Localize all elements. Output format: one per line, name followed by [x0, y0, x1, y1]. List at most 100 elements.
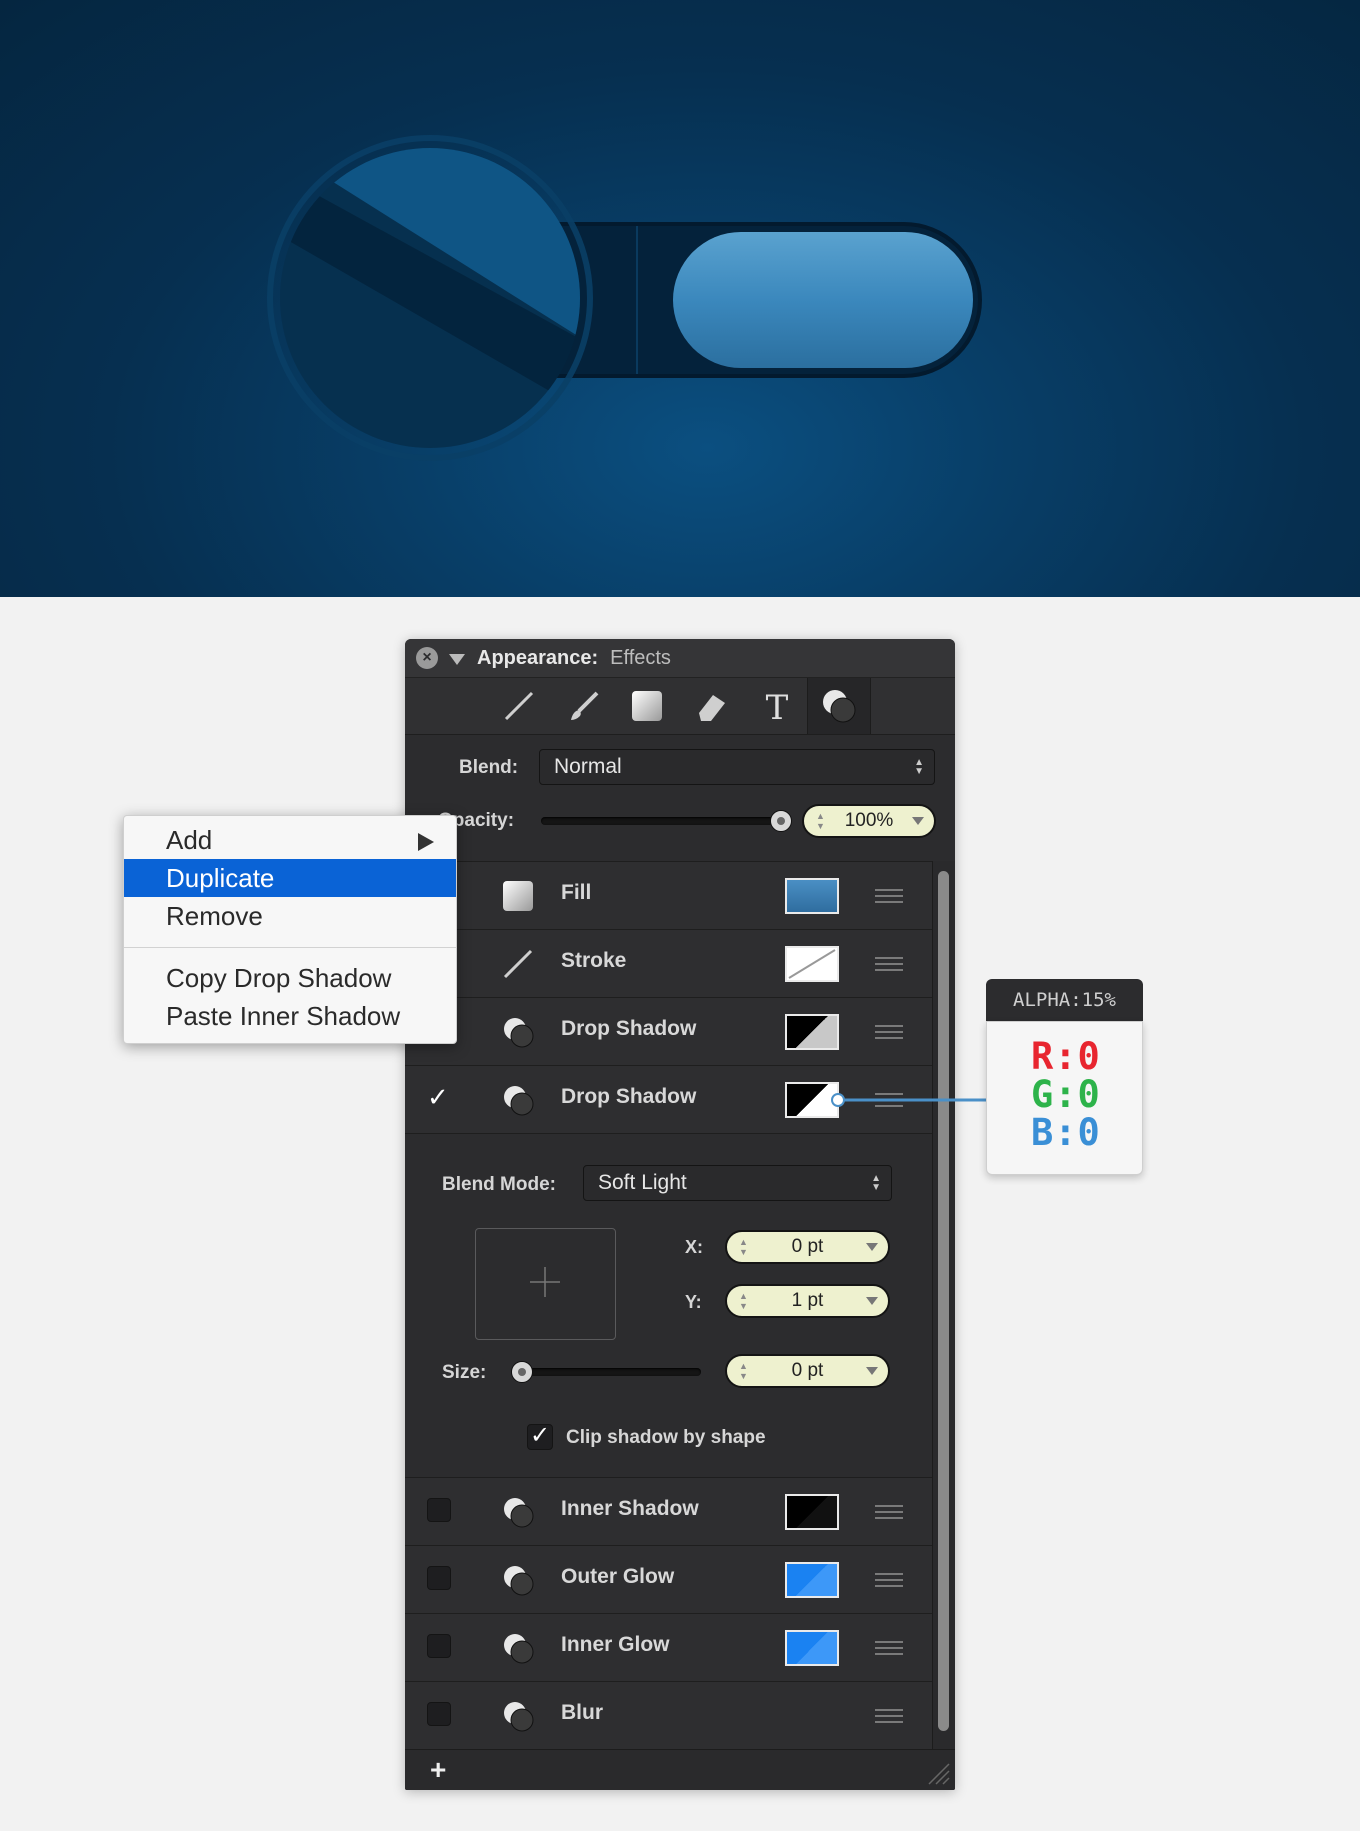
chevron-down-icon [866, 1297, 878, 1305]
panel-title: Appearance: [477, 646, 599, 669]
effect-row-drop-shadow-1[interactable]: Drop Shadow [405, 997, 933, 1065]
size-slider-track[interactable] [511, 1368, 701, 1376]
x-stepper[interactable]: ▲ ▼ 0 pt [725, 1230, 890, 1264]
rgb-callout: R:0 G:0 B:0 [986, 1021, 1143, 1175]
effect-checkbox[interactable] [427, 1634, 451, 1658]
effect-checkbox-checked[interactable]: ✓ [427, 1084, 451, 1110]
effect-name: Inner Shadow [561, 1497, 699, 1520]
menu-item-duplicate[interactable]: Duplicate [124, 859, 456, 897]
menu-item-copy-drop-shadow[interactable]: Copy Drop Shadow [124, 959, 456, 997]
effect-checkbox[interactable] [427, 1498, 451, 1522]
fill-color-swatch[interactable] [785, 878, 839, 914]
text-tool-icon[interactable]: T [755, 686, 799, 726]
context-menu: Add Duplicate Remove Copy Drop Shadow Pa… [123, 815, 457, 1044]
rect-tool-icon[interactable] [625, 686, 669, 726]
disclosure-triangle-icon[interactable] [449, 653, 465, 665]
chevron-down-icon [866, 1243, 878, 1251]
select-arrows-icon: ▲ ▼ [914, 757, 924, 777]
effect-name: Drop Shadow [561, 1017, 697, 1040]
drag-handle-icon[interactable] [875, 1709, 903, 1723]
effect-checkbox[interactable] [427, 1566, 451, 1590]
alpha-label: ALPHA:15% [986, 979, 1143, 1021]
effect-row-inner-shadow[interactable]: Inner Shadow [405, 1477, 933, 1545]
effect-row-blur[interactable]: Blur [405, 1681, 933, 1749]
shadow-effect-icon [504, 1702, 534, 1732]
hero-illustration [0, 0, 1360, 597]
stroke-color-swatch[interactable] [785, 946, 839, 982]
chevron-down-icon [912, 817, 924, 825]
drag-handle-icon[interactable] [875, 1505, 903, 1519]
stepper-arrows-icon: ▲ ▼ [739, 1237, 748, 1257]
size-slider-knob[interactable] [511, 1361, 533, 1383]
outer-glow-color-swatch[interactable] [785, 1562, 839, 1598]
blend-mode-label: Blend Mode: [442, 1174, 556, 1195]
drag-handle-icon[interactable] [875, 1573, 903, 1587]
appearance-panel: × Appearance: Effects T Blend: Normal ▲ ▼… [405, 639, 955, 1790]
effect-row-outer-glow[interactable]: Outer Glow [405, 1545, 933, 1613]
opacity-slider-knob[interactable] [770, 810, 792, 832]
add-effect-button[interactable]: + [430, 1754, 446, 1786]
drag-handle-icon[interactable] [875, 957, 903, 971]
chevron-down-icon [866, 1367, 878, 1375]
menu-item-label: Add [166, 825, 213, 855]
menu-item-label: Paste Inner Shadow [166, 1001, 401, 1031]
clip-label: Clip shadow by shape [566, 1427, 766, 1448]
appearance-toolbar: T [405, 678, 955, 735]
svg-text:T: T [766, 689, 789, 723]
shadow-effect-icon [504, 1018, 534, 1048]
effect-name: Stroke [561, 949, 627, 972]
y-value: 1 pt [791, 1290, 824, 1311]
close-icon[interactable]: × [416, 647, 438, 669]
clip-checkbox[interactable]: ✓ [527, 1424, 553, 1450]
toggle-artwork [267, 135, 982, 461]
opacity-value: 100% [844, 810, 894, 831]
resize-grip-icon[interactable] [925, 1760, 951, 1786]
stepper-arrows-icon: ▲ ▼ [816, 811, 825, 831]
effect-name: Inner Glow [561, 1633, 670, 1656]
effect-row-inner-glow[interactable]: Inner Glow [405, 1613, 933, 1681]
effect-row-fill[interactable]: Fill [405, 861, 933, 929]
stepper-arrows-icon: ▲ ▼ [739, 1361, 748, 1381]
inner-glow-color-swatch[interactable] [785, 1630, 839, 1666]
size-value: 0 pt [791, 1360, 824, 1381]
menu-item-paste-inner-shadow[interactable]: Paste Inner Shadow [124, 997, 456, 1035]
opacity-slider-track[interactable] [541, 817, 781, 825]
opacity-stepper[interactable]: ▲ ▼ 100% [802, 804, 936, 838]
blend-select[interactable]: Normal ▲ ▼ [539, 749, 935, 785]
drag-handle-icon[interactable] [875, 1025, 903, 1039]
tag-tool-icon[interactable] [690, 686, 734, 726]
blend-mode-select[interactable]: Soft Light ▲ ▼ [583, 1165, 892, 1201]
blend-value: Normal [554, 755, 622, 778]
menu-item-label: Duplicate [166, 863, 275, 893]
effect-checkbox[interactable] [427, 1702, 451, 1726]
menu-item-remove[interactable]: Remove [124, 897, 456, 935]
panel-footer: + [405, 1749, 955, 1790]
effects-scrollbar[interactable] [932, 861, 955, 1750]
effect-name: Fill [561, 881, 592, 904]
effects-list: Fill Stroke Drop Shadow ✓ Drop Shadow Bl… [405, 861, 933, 1749]
brush-tool-icon[interactable] [562, 686, 606, 726]
callout-connector [831, 1093, 990, 1107]
inner-shadow-color-swatch[interactable] [785, 1494, 839, 1530]
shadow-color-swatch[interactable] [785, 1014, 839, 1050]
menu-item-add[interactable]: Add [124, 821, 456, 859]
scrollbar-thumb[interactable] [938, 871, 949, 1731]
effect-name: Blur [561, 1701, 603, 1724]
crosshair-icon [530, 1267, 560, 1297]
drag-handle-icon[interactable] [875, 889, 903, 903]
drag-handle-icon[interactable] [875, 1641, 903, 1655]
shadow-effect-icon [504, 1498, 534, 1528]
effect-name: Drop Shadow [561, 1085, 697, 1108]
menu-item-label: Copy Drop Shadow [166, 963, 392, 993]
offset-pad[interactable] [475, 1228, 616, 1340]
effects-tool-icon[interactable] [807, 678, 871, 734]
size-stepper[interactable]: ▲ ▼ 0 pt [725, 1354, 890, 1388]
drop-shadow-settings: Blend Mode: Soft Light ▲ ▼ X: ▲ ▼ 0 pt Y: … [405, 1133, 933, 1477]
fill-icon [503, 881, 533, 911]
panel-titlebar: × Appearance: Effects [405, 639, 955, 678]
panel-subtitle: Effects [610, 646, 671, 669]
line-tool-icon[interactable] [497, 686, 541, 726]
effect-row-stroke[interactable]: Stroke [405, 929, 933, 997]
y-stepper[interactable]: ▲ ▼ 1 pt [725, 1284, 890, 1318]
stepper-arrows-icon: ▲ ▼ [739, 1291, 748, 1311]
